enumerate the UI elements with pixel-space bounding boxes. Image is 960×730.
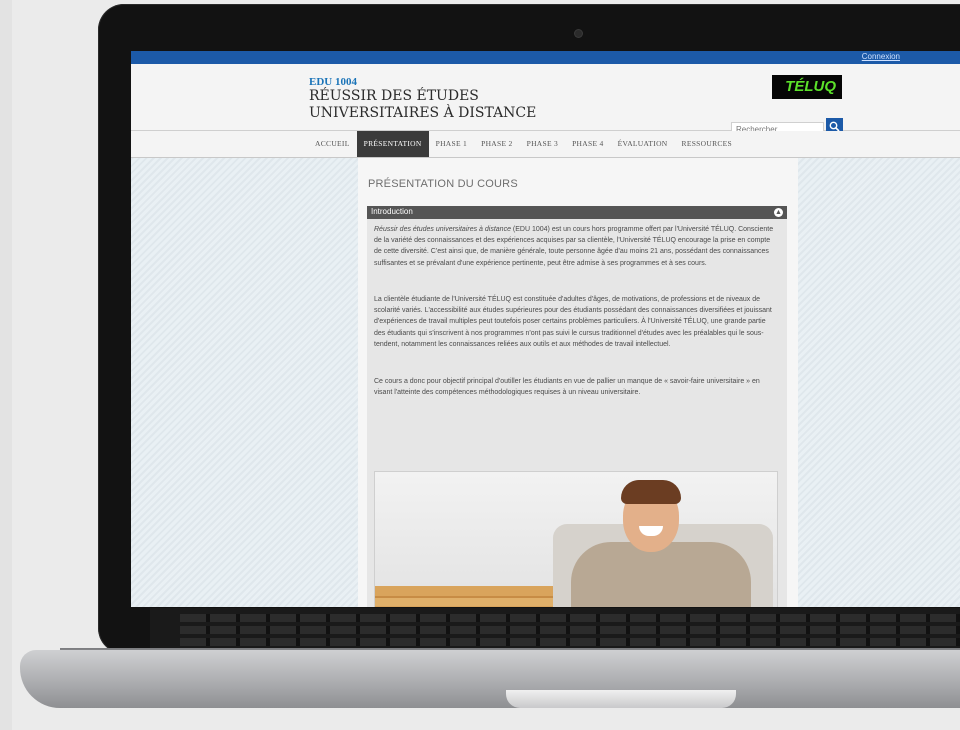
main-nav: ACCUEIL PRÉSENTATION PHASE 1 PHASE 2 PHA… [131, 131, 960, 158]
nav-items: ACCUEIL PRÉSENTATION PHASE 1 PHASE 2 PHA… [308, 131, 739, 157]
section-header[interactable]: Introduction ▲ [367, 206, 787, 219]
main-content: PRÉSENTATION DU COURS Introduction ▲ Réu… [358, 158, 798, 607]
nav-item-presentation[interactable]: PRÉSENTATION [356, 131, 429, 157]
nav-item-phase-1[interactable]: PHASE 1 [429, 131, 474, 157]
nav-item-phase-2[interactable]: PHASE 2 [474, 131, 519, 157]
wooden-table [375, 586, 555, 607]
webcam [575, 30, 582, 37]
background-panel [0, 0, 12, 730]
nav-item-phase-4[interactable]: PHASE 4 [565, 131, 610, 157]
laptop-screen: Connexion EDU 1004 RÉUSSIR DES ÉTUDES UN… [131, 51, 960, 607]
nav-item-ressources[interactable]: RESSOURCES [675, 131, 740, 157]
site-header: EDU 1004 RÉUSSIR DES ÉTUDES UNIVERSITAIR… [131, 64, 960, 138]
page-title: PRÉSENTATION DU COURS [368, 178, 518, 190]
keyboard-row [180, 626, 960, 634]
login-link[interactable]: Connexion [862, 52, 900, 61]
keyboard-row [180, 638, 960, 646]
course-name-italic: Réussir des études universitaires à dist… [374, 226, 511, 233]
top-bar: Connexion [131, 51, 960, 64]
keyboard-row [180, 614, 960, 622]
laptop-notch [506, 690, 736, 708]
intro-paragraph-2: La clientèle étudiante de l'Université T… [374, 296, 772, 348]
nav-item-evaluation[interactable]: ÉVALUATION [611, 131, 675, 157]
nav-item-accueil[interactable]: ACCUEIL [308, 131, 357, 157]
intro-paragraph-1: Réussir des études universitaires à dist… [374, 226, 774, 267]
person-shirt [571, 542, 751, 607]
laptop-base [20, 650, 960, 708]
student-photo [374, 471, 778, 607]
section-title: Introduction [371, 207, 413, 216]
nav-item-phase-3[interactable]: PHASE 3 [520, 131, 565, 157]
course-code: EDU 1004 [309, 76, 357, 88]
collapse-icon[interactable]: ▲ [774, 208, 783, 217]
person-hair [621, 480, 681, 504]
course-title-line1: RÉUSSIR DES ÉTUDES [309, 88, 479, 104]
course-title: RÉUSSIR DES ÉTUDES UNIVERSITAIRES À DIST… [309, 88, 609, 122]
teluq-logo[interactable]: TÉLUQ [772, 75, 842, 99]
section-body: Réussir des études universitaires à dist… [367, 219, 787, 607]
course-title-line2: UNIVERSITAIRES À DISTANCE [309, 105, 537, 121]
intro-paragraph-3: Ce cours a donc pour objectif principal … [374, 378, 760, 397]
